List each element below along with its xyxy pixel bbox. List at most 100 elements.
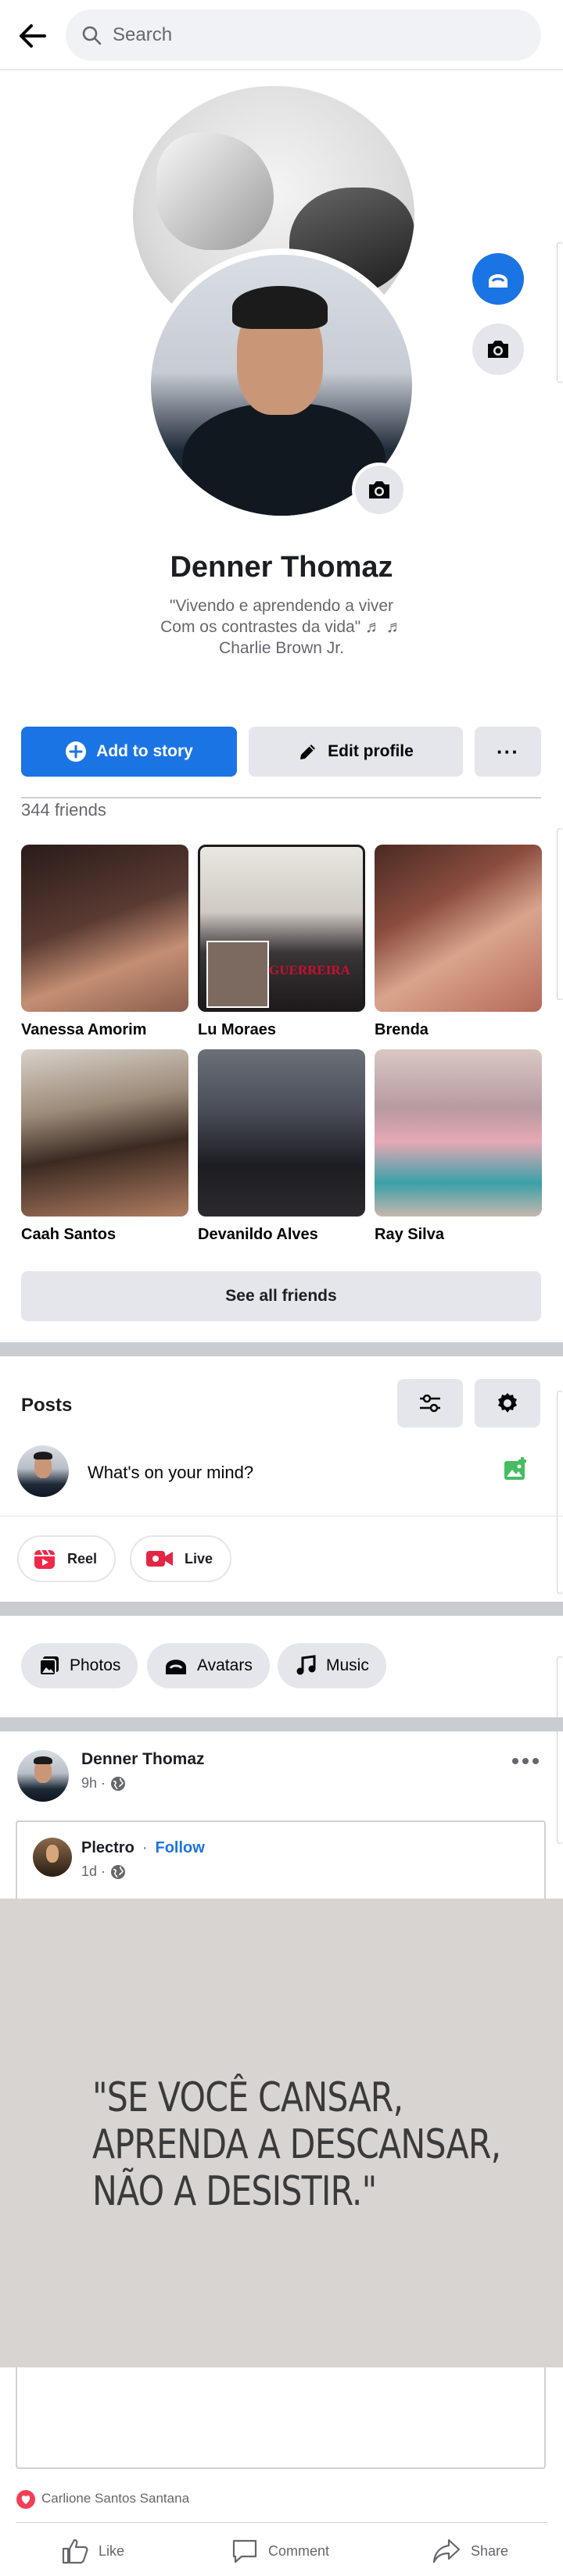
profile-camera-button[interactable] bbox=[352, 463, 407, 517]
live-video-icon bbox=[146, 1551, 173, 1567]
edit-profile-label: Edit profile bbox=[328, 742, 414, 760]
search-icon bbox=[82, 26, 102, 45]
posts-filter-button[interactable] bbox=[397, 1379, 463, 1427]
section-separator bbox=[0, 1342, 563, 1356]
like-button[interactable]: Like bbox=[61, 2538, 124, 2564]
friend-name: Brenda bbox=[375, 1021, 429, 1038]
shared-author-avatar[interactable] bbox=[33, 1838, 72, 1877]
divider bbox=[16, 2522, 547, 2523]
cover-camera-button[interactable] bbox=[472, 323, 524, 375]
profile-name: Denner Thomaz bbox=[170, 551, 393, 584]
sliders-icon bbox=[420, 1394, 440, 1413]
friend-photo bbox=[21, 1049, 188, 1217]
friend-card[interactable]: Vanessa Amorim bbox=[21, 845, 188, 1039]
edit-profile-button[interactable]: Edit profile bbox=[249, 727, 463, 777]
comment-label: Comment bbox=[268, 2542, 330, 2559]
friend-photo: GUERREIRA bbox=[198, 845, 365, 1012]
post-author-name[interactable]: Denner Thomaz bbox=[81, 1750, 205, 1769]
friend-card[interactable]: Ray Silva bbox=[375, 1049, 542, 1244]
friend-card[interactable]: Devanildo Alves bbox=[198, 1049, 365, 1244]
post-author-avatar[interactable] bbox=[17, 1750, 69, 1802]
globe-icon bbox=[111, 1864, 126, 1879]
posts-settings-button[interactable] bbox=[475, 1379, 540, 1427]
photo-add-icon[interactable] bbox=[502, 1456, 529, 1487]
share-button[interactable]: Share bbox=[432, 2538, 508, 2564]
more-options-button[interactable]: ··· bbox=[475, 727, 541, 777]
share-label: Share bbox=[471, 2542, 509, 2559]
avatar-face-icon bbox=[489, 274, 507, 288]
photos-chip[interactable]: Photos bbox=[21, 1643, 138, 1688]
thumbs-up-icon bbox=[62, 2538, 88, 2564]
add-to-story-button[interactable]: Add to story bbox=[21, 727, 237, 777]
plus-circle-icon bbox=[66, 741, 87, 762]
quote-line: APRENDA A DESCANSAR, bbox=[92, 2121, 501, 2168]
avatars-chip[interactable]: Avatars bbox=[147, 1643, 270, 1688]
shared-author-name[interactable]: Plectro bbox=[81, 1839, 134, 1857]
section-separator bbox=[0, 1717, 563, 1731]
friend-photo-overlay-text: GUERREIRA bbox=[269, 963, 350, 977]
music-label: Music bbox=[326, 1656, 369, 1674]
post-meta: 9h · bbox=[81, 1775, 126, 1792]
scroll-edge-handle bbox=[557, 242, 563, 383]
friend-name: Caah Santos bbox=[21, 1226, 117, 1243]
scroll-edge-handle bbox=[557, 1391, 563, 1594]
reactor-name[interactable]: Carlione Santos Santana bbox=[41, 2491, 189, 2506]
shared-post-time: 1d · bbox=[81, 1863, 106, 1879]
section-separator bbox=[0, 1602, 563, 1616]
more-dots-icon: ··· bbox=[497, 739, 519, 763]
reel-button[interactable]: Reel bbox=[17, 1535, 117, 1582]
globe-icon bbox=[111, 1776, 126, 1791]
reel-icon bbox=[34, 1549, 55, 1569]
see-all-friends-button[interactable]: See all friends bbox=[21, 1271, 541, 1321]
bio-line: Com os contrastes da vida" ♬ ♬ bbox=[160, 618, 403, 636]
friend-card[interactable]: Caah Santos bbox=[21, 1049, 188, 1244]
comment-button[interactable]: Comment bbox=[231, 2538, 329, 2564]
search-input[interactable]: Search bbox=[66, 9, 541, 61]
love-reaction-icon[interactable] bbox=[16, 2489, 36, 2513]
friend-name: Devanildo Alves bbox=[198, 1226, 318, 1243]
divider bbox=[0, 1516, 563, 1517]
avatar-create-button[interactable] bbox=[472, 253, 524, 305]
scroll-edge-handle bbox=[557, 828, 563, 1000]
avatar-face-icon bbox=[166, 1660, 186, 1674]
profile-bio: "Vivendo e aprendendo a viver Com os con… bbox=[0, 595, 563, 659]
quote-text: "SE VOCÊ CANSAR, APRENDA A DESCANSAR, NÃ… bbox=[92, 2074, 501, 2215]
post-time: 9h · bbox=[81, 1775, 106, 1791]
avatar-hair bbox=[34, 1451, 52, 1460]
friend-photo bbox=[198, 1049, 365, 1217]
avatar-hair bbox=[34, 1756, 52, 1765]
photos-icon bbox=[39, 1656, 59, 1676]
pencil-icon bbox=[300, 745, 316, 759]
music-note-icon bbox=[296, 1655, 316, 1675]
photo-hair bbox=[232, 286, 328, 329]
add-to-story-label: Add to story bbox=[96, 742, 193, 760]
quote-line: "SE VOCÊ CANSAR, bbox=[92, 2074, 403, 2121]
bio-line: Charlie Brown Jr. bbox=[219, 639, 344, 657]
gear-icon bbox=[498, 1393, 517, 1413]
top-bar: Search bbox=[0, 0, 563, 70]
like-label: Like bbox=[99, 2542, 125, 2559]
friend-card[interactable]: Brenda bbox=[375, 845, 542, 1039]
friend-photo bbox=[375, 845, 542, 1012]
composer-input[interactable]: What's on your mind? bbox=[88, 1463, 253, 1483]
follow-link[interactable]: Follow bbox=[155, 1839, 204, 1857]
share-arrow-icon bbox=[432, 2538, 461, 2563]
divider bbox=[21, 797, 541, 799]
back-arrow-icon[interactable] bbox=[14, 17, 52, 55]
cover-white-wolf bbox=[156, 133, 274, 250]
posts-title: Posts bbox=[21, 1395, 73, 1416]
friend-name: Ray Silva bbox=[375, 1226, 444, 1243]
friend-name: Lu Moraes bbox=[198, 1021, 277, 1038]
bio-line: "Vivendo e aprendendo a viver bbox=[169, 597, 394, 615]
friend-photo bbox=[21, 845, 188, 1012]
scroll-edge-handle bbox=[557, 1656, 563, 1844]
post-more-options-icon[interactable] bbox=[510, 1755, 541, 1771]
live-button[interactable]: Live bbox=[130, 1535, 232, 1582]
composer-avatar[interactable] bbox=[17, 1445, 69, 1497]
friends-count[interactable]: 344 friends bbox=[21, 800, 106, 820]
friend-card[interactable]: GUERREIRA Lu Moraes bbox=[198, 845, 365, 1039]
friend-photo bbox=[375, 1049, 542, 1217]
quote-line: NÃO A DESISTIR." bbox=[92, 2168, 377, 2215]
music-chip[interactable]: Music bbox=[278, 1643, 386, 1688]
follow-separator: · bbox=[142, 1839, 148, 1856]
